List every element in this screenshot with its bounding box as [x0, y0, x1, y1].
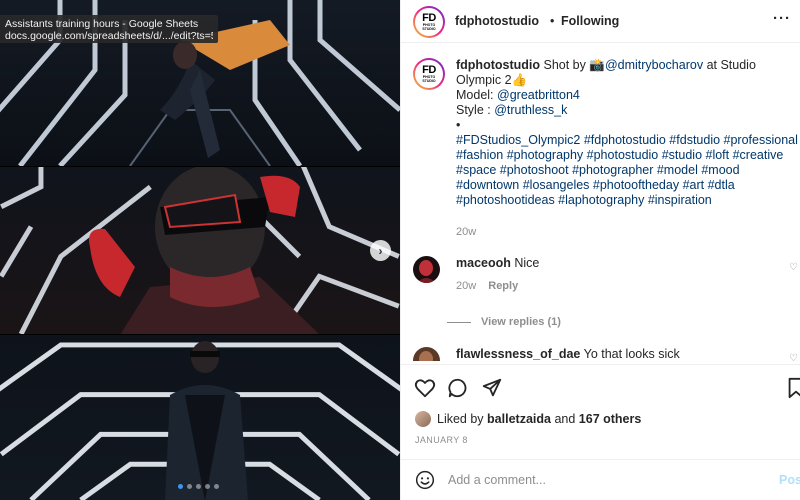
avatar[interactable]: FD PHOTO STUDIO — [413, 6, 445, 38]
comment-item: maceooh Nice 20w Reply ♡ — [413, 256, 798, 306]
post-details-panel: FD PHOTO STUDIO fdphotostudio • Followin… — [400, 0, 800, 500]
comment-like-icon[interactable]: ♡ — [789, 262, 798, 273]
header-username[interactable]: fdphotostudio — [455, 14, 539, 28]
comment-text: Yo that looks sick — [583, 347, 680, 361]
view-replies-divider — [447, 321, 471, 323]
photo-panel-middle: › — [0, 166, 400, 334]
add-comment-bar: Post — [401, 459, 800, 500]
model-figure-2 — [89, 167, 319, 334]
likes-others[interactable]: 167 others — [579, 412, 642, 426]
likes-user[interactable]: balletzaida — [487, 412, 551, 426]
comment-username[interactable]: flawlessness_of_dae — [456, 347, 580, 361]
photo-panel-bottom — [0, 334, 400, 500]
avatar-logo-subtext: PHOTO STUDIO — [422, 75, 436, 83]
comment-like-icon[interactable]: ♡ — [789, 353, 798, 361]
view-replies-button[interactable]: View replies (1) — [447, 316, 561, 328]
heart-icon[interactable] — [414, 377, 436, 399]
reply-button[interactable]: Reply — [488, 280, 518, 292]
tooltip-url: docs.google.com/spreadsheets/d/.../edit?… — [5, 30, 213, 42]
caption-timestamp[interactable]: 20w — [456, 226, 476, 238]
stylist-mention[interactable]: @truthless_k — [494, 103, 567, 117]
emoji-icon[interactable] — [415, 470, 435, 490]
carousel-dot — [178, 484, 183, 489]
header-separator: • — [550, 14, 555, 28]
likes-prefix: Liked by — [437, 412, 484, 426]
bookmark-icon[interactable] — [785, 377, 800, 399]
post-header: FD PHOTO STUDIO fdphotostudio • Followin… — [401, 0, 800, 43]
avatar[interactable] — [413, 347, 440, 361]
comment-item: flawlessness_of_dae Yo that looks sick ♡ — [413, 347, 798, 361]
model-label: Model: — [456, 88, 494, 102]
carousel-next-button[interactable]: › — [370, 240, 391, 261]
action-bar — [401, 364, 800, 410]
caption-bullet: • — [456, 118, 461, 132]
comment-text: Nice — [514, 256, 540, 270]
thumbs-up-emoji: 👍 — [511, 73, 528, 87]
camera-emoji: 📸 — [589, 58, 605, 72]
more-horizontal-icon[interactable]: ··· — [773, 10, 791, 27]
share-icon[interactable] — [481, 377, 503, 399]
carousel-dot — [214, 484, 219, 489]
tooltip-title: Assistants training hours - Google Sheet… — [5, 18, 199, 30]
caption-hashtags[interactable]: #FDStudios_Olympic2 #fdphotostudio #fdst… — [456, 133, 798, 207]
caption-username[interactable]: fdphotostudio — [456, 58, 540, 72]
following-button[interactable]: Following — [561, 14, 619, 28]
caption-text: fdphotostudio Shot by 📸@dmitrybocharov a… — [456, 58, 800, 208]
browser-link-tooltip: Assistants training hours - Google Sheet… — [0, 15, 218, 43]
style-label: Style : — [456, 103, 491, 117]
view-replies-label: View replies (1) — [481, 316, 561, 328]
likes-and: and — [554, 412, 576, 426]
comment-icon[interactable] — [447, 377, 469, 399]
comments-list[interactable]: FD PHOTO STUDIO fdphotostudio Shot by 📸@… — [401, 43, 800, 361]
avatar[interactable] — [413, 256, 440, 283]
photographer-mention[interactable]: @dmitrybocharov — [605, 58, 703, 72]
carousel-dot — [196, 484, 201, 489]
comment-input[interactable] — [448, 470, 768, 490]
liker-avatar[interactable] — [415, 411, 431, 427]
post-media-carousel[interactable]: › Assistants training hours - Google She… — [0, 0, 400, 500]
post-button[interactable]: Post — [779, 473, 800, 487]
post-date[interactable]: JANUARY 8 — [415, 435, 468, 445]
comment-timestamp[interactable]: 20w — [456, 280, 476, 292]
chevron-right-icon: › — [378, 243, 383, 258]
carousel-indicator — [178, 484, 219, 489]
comment-username[interactable]: maceooh — [456, 256, 511, 270]
model-mention[interactable]: @greatbritton4 — [497, 88, 580, 102]
model-figure-3 — [165, 341, 248, 500]
avatar-logo-subtext: PHOTO STUDIO — [422, 23, 436, 31]
carousel-dot — [187, 484, 192, 489]
caption-shot-by: Shot by — [543, 58, 586, 72]
likes-summary: Liked by balletzaida and 167 others — [415, 411, 641, 427]
avatar[interactable]: FD PHOTO STUDIO — [413, 58, 445, 90]
carousel-dot — [205, 484, 210, 489]
